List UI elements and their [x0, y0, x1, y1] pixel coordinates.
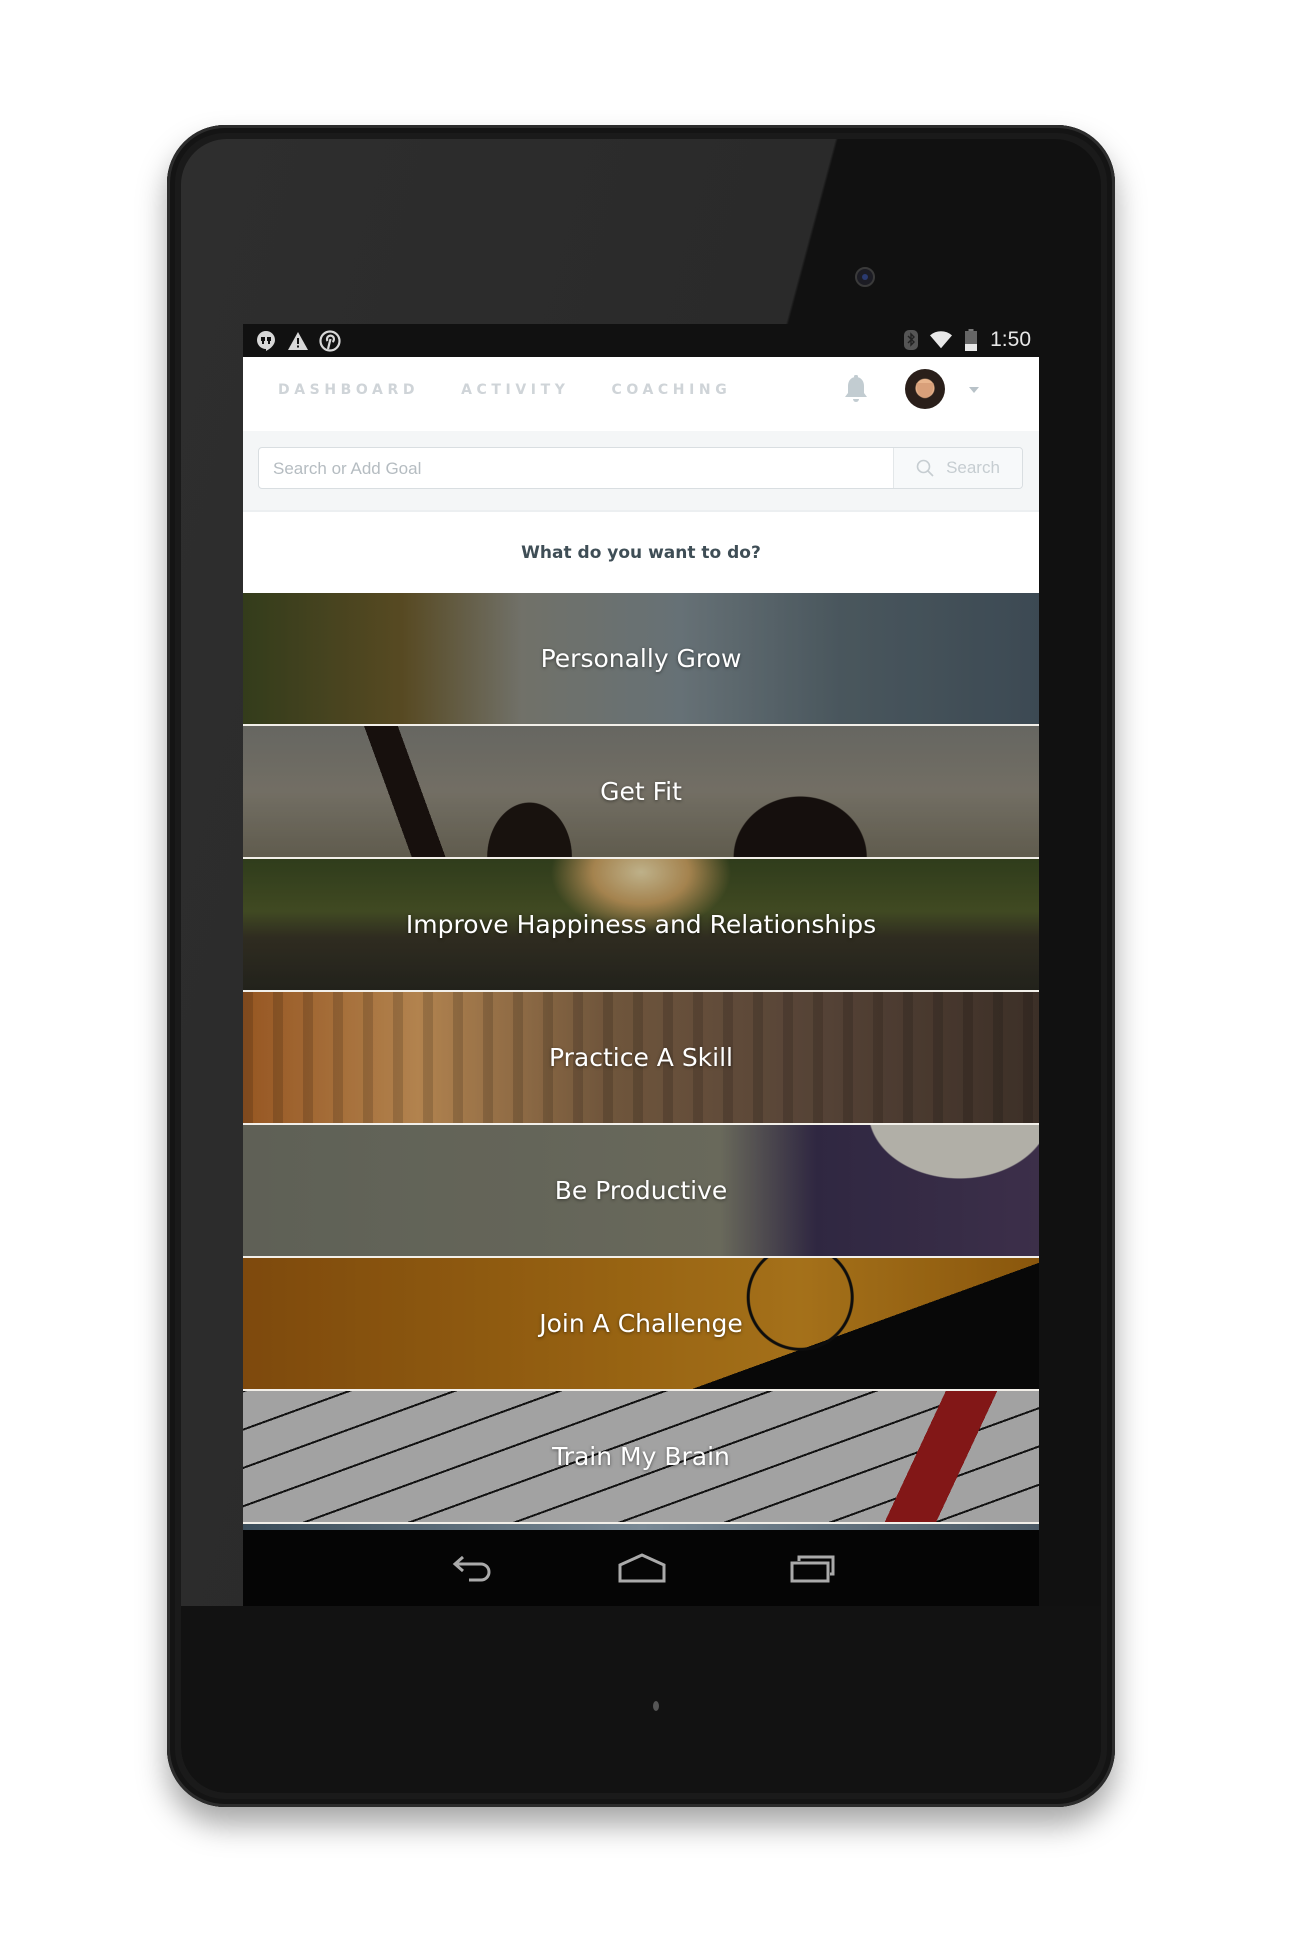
wifi-icon — [930, 329, 953, 351]
nav-tab-dashboard[interactable]: DASHBOARD — [278, 382, 419, 398]
search-bar: Search — [243, 431, 1039, 512]
category-be-productive[interactable]: Be Productive — [243, 1125, 1039, 1258]
battery-icon — [960, 329, 982, 351]
hangouts-icon — [255, 330, 277, 352]
user-avatar[interactable] — [905, 369, 945, 409]
category-label: Personally Grow — [540, 644, 742, 673]
category-personally-grow[interactable]: Personally Grow — [243, 593, 1039, 726]
category-label: Improve Happiness and Relationships — [405, 910, 877, 939]
prompt-text: What do you want to do? — [521, 542, 761, 563]
pinterest-icon — [319, 330, 341, 352]
bluetooth-icon — [900, 329, 922, 351]
magnifier-icon — [916, 459, 934, 477]
category-label: Practice A Skill — [548, 1043, 734, 1072]
main-nav: DASHBOARD ACTIVITY COACHING — [278, 382, 731, 398]
category-label: Be Productive — [554, 1176, 728, 1205]
search-button[interactable]: Search — [893, 448, 1022, 488]
nav-tab-activity[interactable]: ACTIVITY — [461, 382, 569, 398]
status-bar: 1:50 — [243, 324, 1039, 357]
category-happiness-relationships[interactable]: Improve Happiness and Relationships — [243, 859, 1039, 992]
warning-icon — [287, 330, 309, 352]
search-input[interactable] — [259, 448, 915, 490]
category-list: Personally Grow Get Fit Improve Happines… — [243, 593, 1039, 1530]
search-field: Search — [258, 447, 1023, 490]
category-label: Get Fit — [600, 777, 682, 806]
category-practice-skill[interactable]: Practice A Skill — [243, 992, 1039, 1125]
clock-time: 1:50 — [990, 328, 1031, 351]
category-join-challenge[interactable]: Join A Challenge — [243, 1258, 1039, 1391]
home-button[interactable] — [614, 1550, 670, 1586]
app-screen: 1:50 DASHBOARD ACTIVITY COACHING Search … — [243, 324, 1039, 1606]
front-camera — [855, 267, 875, 287]
category-train-brain[interactable]: Train My Brain — [243, 1391, 1039, 1524]
system-nav-bar — [243, 1530, 1039, 1606]
bell-icon[interactable] — [843, 375, 869, 403]
back-button[interactable] — [445, 1550, 501, 1586]
category-label: Train My Brain — [552, 1442, 730, 1471]
category-get-fit[interactable]: Get Fit — [243, 726, 1039, 859]
nav-tab-coaching[interactable]: COACHING — [612, 382, 732, 398]
recents-button[interactable] — [785, 1550, 841, 1586]
recents-icon — [790, 1555, 835, 1583]
back-icon — [452, 1555, 491, 1582]
home-icon — [618, 1553, 666, 1583]
app-header: DASHBOARD ACTIVITY COACHING — [243, 357, 1039, 432]
light-sensor — [653, 1701, 659, 1711]
caret-down-icon[interactable] — [969, 387, 979, 393]
prompt-heading: What do you want to do? — [243, 512, 1039, 593]
search-button-label: Search — [946, 458, 1000, 477]
category-label: Join A Challenge — [539, 1309, 743, 1338]
